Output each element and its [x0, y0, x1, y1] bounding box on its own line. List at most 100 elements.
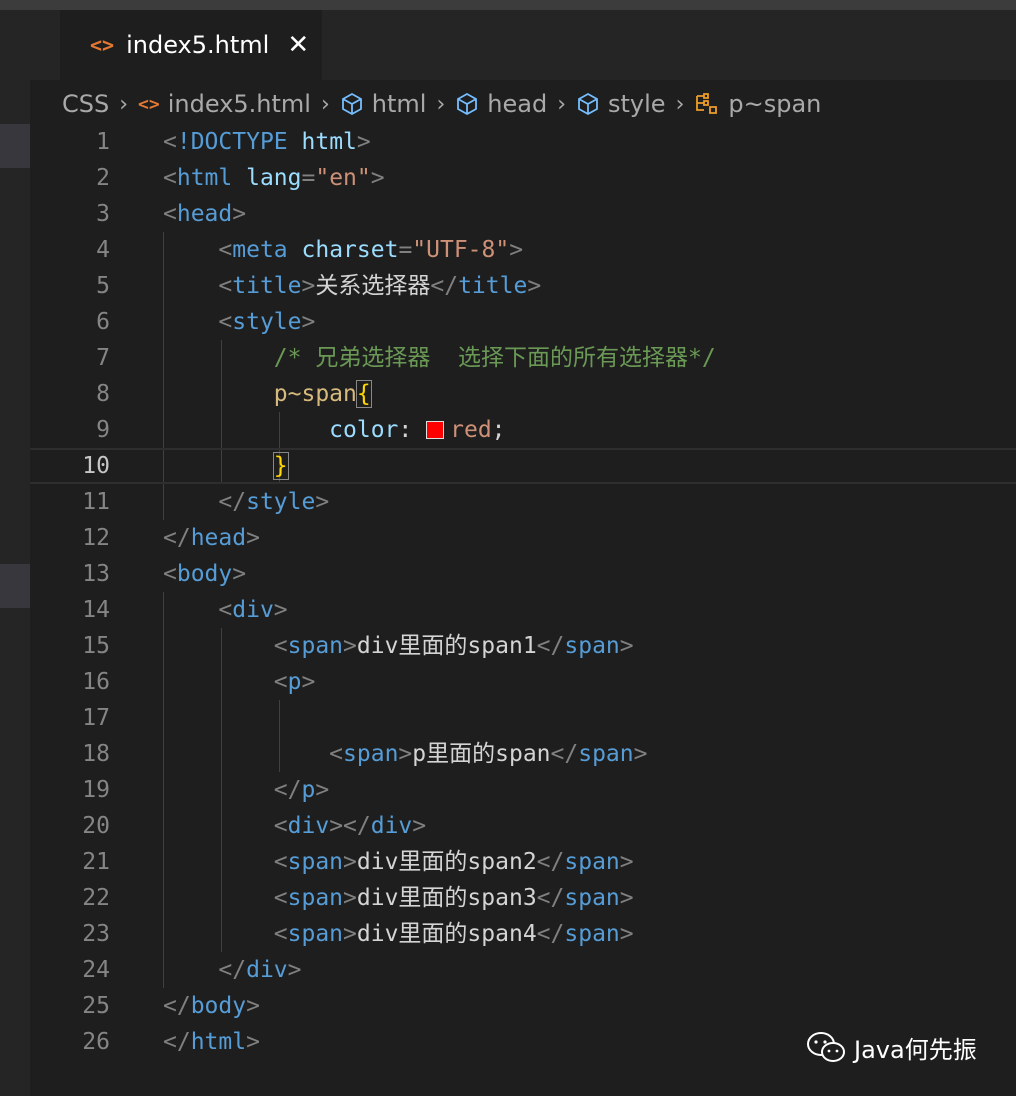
breadcrumb-item-file[interactable]: index5.html [168, 90, 311, 118]
chevron-right-icon: › [320, 91, 330, 117]
code-punctuation: </ [550, 741, 579, 767]
code-line[interactable]: 2 <html lang="en"> [30, 160, 1016, 196]
activity-sidebar [0, 10, 30, 1096]
code-punctuation: </ [273, 777, 302, 803]
line-number: 16 [82, 669, 110, 695]
code-line[interactable]: 19 </p> [30, 772, 1016, 808]
close-icon[interactable]: ✕ [287, 30, 309, 60]
code-line[interactable]: 14 <div> [30, 592, 1016, 628]
line-number: 13 [82, 561, 110, 587]
code-line[interactable]: 11 </style> [30, 484, 1016, 520]
code-tag-name: div [287, 813, 330, 839]
code-line[interactable]: 17 [30, 700, 1016, 736]
breadcrumb-item-head[interactable]: head [487, 90, 547, 118]
code-editor[interactable]: 1 <!DOCTYPE html> 2 <html lang="en"> 3 <head>… [30, 124, 1016, 1096]
code-punctuation: > [273, 597, 288, 623]
line-number: 14 [82, 597, 110, 623]
code-punctuation: < [218, 273, 233, 299]
code-line-text: } [163, 450, 289, 482]
code-punctuation: > [509, 237, 524, 263]
code-tag-name: title [458, 273, 528, 299]
code-punctuation: > [619, 633, 634, 659]
breadcrumb-item-folder[interactable]: CSS [62, 90, 109, 118]
code-line[interactable]: 16 <p> [30, 664, 1016, 700]
watermark-text: Java何先振 [854, 1036, 977, 1064]
code-line[interactable]: 20 <div></div> [30, 808, 1016, 844]
tab-index5-html[interactable]: <> index5.html ✕ [60, 10, 322, 80]
line-number: 5 [96, 273, 110, 299]
code-punctuation: < [163, 201, 177, 227]
code-line[interactable]: 12 </head> [30, 520, 1016, 556]
code-line[interactable]: 9 color: red; [30, 412, 1016, 448]
code-tag-name: div [370, 813, 413, 839]
code-line[interactable]: 22 <span>div里面的span3</span> [30, 880, 1016, 916]
code-line[interactable]: 6 <style> [30, 304, 1016, 340]
color-swatch[interactable] [426, 421, 445, 439]
chevron-right-icon: › [675, 91, 685, 117]
code-punctuation: > [619, 885, 634, 911]
code-punctuation: </ [163, 525, 191, 551]
code-line[interactable]: 18 <span>p里面的span</span> [30, 736, 1016, 772]
code-line[interactable]: 1 <!DOCTYPE html> [30, 124, 1016, 160]
code-line[interactable]: 24 </div> [30, 952, 1016, 988]
breadcrumb-item-selector[interactable]: p~span [728, 90, 821, 118]
breadcrumb-item-html[interactable]: html [372, 90, 427, 118]
code-punctuation: </ [536, 885, 565, 911]
code-line[interactable]: 25 </body> [30, 988, 1016, 1024]
code-tag-name: head [176, 201, 233, 227]
code-line[interactable]: 5 <title>关系选择器</title> [30, 268, 1016, 304]
code-text: 关系选择器 [315, 273, 431, 299]
code-line[interactable]: 10 } [30, 448, 1016, 484]
code-punctuation: = [301, 165, 316, 191]
code-line[interactable]: 13 <body> [30, 556, 1016, 592]
code-punctuation: > [356, 129, 371, 155]
code-attribute: html [301, 129, 357, 155]
code-tag-name: span [564, 849, 620, 875]
code-tag-name: head [190, 525, 247, 551]
sidebar-selection-marker[interactable] [0, 124, 30, 168]
code-line[interactable]: 23 <span>div里面的span4</span> [30, 916, 1016, 952]
code-line-text: <div> [163, 592, 288, 628]
line-number: 2 [96, 165, 110, 191]
code-tag-name: p [301, 777, 316, 803]
line-number: 25 [82, 993, 110, 1019]
code-punctuation: </ [163, 1029, 191, 1055]
code-line[interactable]: 7 /* 兄弟选择器 选择下面的所有选择器*/ [30, 340, 1016, 376]
wechat-icon [806, 1031, 846, 1065]
code-tag-name: style [232, 309, 302, 335]
code-tag-name: style [246, 489, 316, 515]
breadcrumb-item-style[interactable]: style [608, 90, 666, 118]
code-tag-name: span [578, 741, 634, 767]
code-line[interactable]: 8 p~span{ [30, 376, 1016, 412]
code-punctuation: < [273, 669, 288, 695]
line-number: 12 [82, 525, 110, 551]
code-line[interactable]: 15 <span>div里面的span1</span> [30, 628, 1016, 664]
code-line[interactable]: 21 <span>div里面的span2</span> [30, 844, 1016, 880]
code-punctuation: > [246, 993, 260, 1019]
line-number: 11 [82, 489, 110, 515]
line-number: 19 [82, 777, 110, 803]
code-property: color [329, 417, 399, 443]
code-punctuation: ></ [329, 813, 371, 839]
code-line[interactable]: 3 <head> [30, 196, 1016, 232]
code-text: ; [491, 417, 506, 443]
code-punctuation: < [218, 237, 233, 263]
code-line-text: p~span{ [163, 376, 372, 412]
code-punctuation: < [273, 885, 288, 911]
sidebar-selection-marker[interactable] [0, 564, 30, 608]
code-line[interactable]: 4 <meta charset="UTF-8"> [30, 232, 1016, 268]
